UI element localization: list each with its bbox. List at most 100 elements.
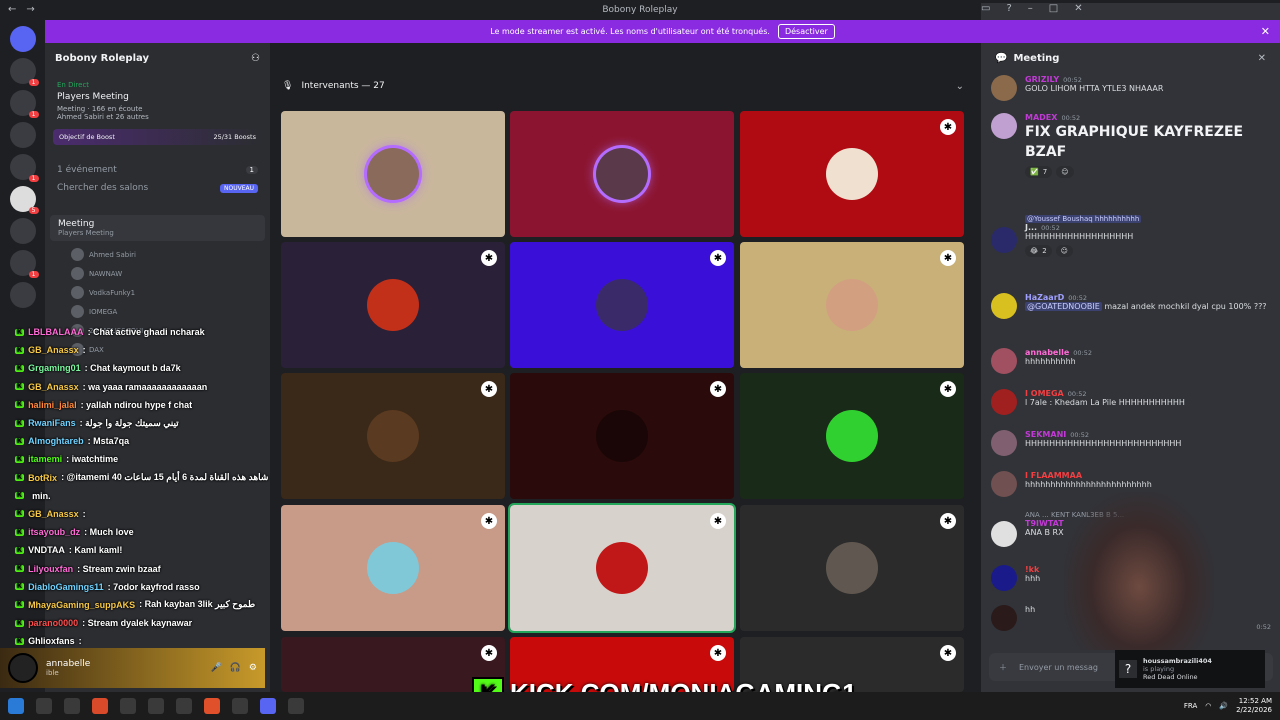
system-tray: FRA ◠ 🔊 12:52 AM 2/22/2026 bbox=[1184, 697, 1272, 715]
voice-user[interactable]: NAWNAW bbox=[45, 264, 270, 283]
mic-icon: 🎙 bbox=[282, 81, 294, 91]
discord-home-icon[interactable] bbox=[9, 26, 36, 52]
avatar bbox=[367, 279, 419, 331]
overlay-chat-line: Kitsayoub_dz: Much love bbox=[15, 523, 285, 541]
banner-text: Le mode streamer est activé. Les noms d'… bbox=[490, 27, 770, 36]
avatar bbox=[991, 227, 1017, 253]
windows-start-icon[interactable] bbox=[8, 698, 24, 714]
speaker-tile[interactable]: ✱ bbox=[740, 505, 964, 631]
chat-message[interactable]: GRIZILY 00:52 GOLO LIHOM HTTA YTLE3 NHAAA… bbox=[991, 75, 1271, 101]
overlay-chat-text: : Rah kayban 3lik طموح كبير bbox=[139, 599, 256, 610]
taskbar-app-icon[interactable] bbox=[120, 698, 136, 714]
close-icon[interactable]: ✕ bbox=[1258, 53, 1266, 64]
brave-icon[interactable] bbox=[204, 698, 220, 714]
taskbar-app-icon[interactable] bbox=[288, 698, 304, 714]
chat-message[interactable]: MADEX 00:52 FIX GRAPHIQUE KAYFREZEE BZAF … bbox=[991, 113, 1271, 178]
chat-message[interactable]: Ι ΟΜΕGA 00:52 l 7ale : Khedam La Pile HHH… bbox=[991, 389, 1271, 415]
avatar bbox=[991, 75, 1017, 101]
avatar[interactable] bbox=[8, 653, 38, 683]
speaker-tile[interactable]: ✱ bbox=[281, 242, 505, 368]
speaker-tile-speaking[interactable]: ✱ bbox=[508, 503, 736, 633]
events-row[interactable]: 1 événement 1 bbox=[45, 161, 270, 179]
add-reaction-icon[interactable]: ☺ bbox=[1055, 245, 1073, 257]
search-channels-row[interactable]: Chercher des salons NOUVEAU bbox=[45, 179, 270, 197]
speakers-count: Intervenants — 27 bbox=[301, 81, 385, 91]
speaker-tile[interactable] bbox=[510, 111, 734, 237]
overlay-chat-line: K RwaniFans: تيني سميتك جولة وا جولة bbox=[15, 414, 285, 432]
disable-streamer-button[interactable]: Désactiver bbox=[777, 24, 835, 39]
taskbar-app-icon[interactable] bbox=[232, 698, 248, 714]
speaker-tile[interactable]: ✱ bbox=[281, 373, 505, 499]
taskbar-app-icon[interactable] bbox=[176, 698, 192, 714]
volume-icon[interactable]: 🔊 bbox=[1219, 702, 1228, 710]
toast-status: is playing bbox=[1143, 665, 1175, 673]
speaker-tile[interactable]: ✱ bbox=[740, 111, 964, 237]
event-people: Ahmed Sabiri et 26 autres bbox=[57, 113, 149, 121]
headphones-icon[interactable]: 🎧 bbox=[230, 663, 241, 673]
kick-badge-icon: K bbox=[15, 528, 25, 536]
plus-icon[interactable]: ＋ bbox=[999, 662, 1007, 673]
overlay-chat-text: : bbox=[82, 345, 86, 356]
taskbar-app-icon[interactable] bbox=[64, 698, 80, 714]
star-icon: ✱ bbox=[481, 513, 497, 529]
overlay-chat-user: DiabloGamings11 bbox=[28, 581, 104, 592]
server-icon[interactable] bbox=[9, 218, 36, 244]
avatar bbox=[991, 605, 1017, 631]
server-icon[interactable] bbox=[9, 122, 36, 148]
avatar bbox=[596, 410, 648, 462]
chat-message[interactable]: SEKMANI 00:52 HHHHHHHHHHHHHHHHHHHHHHHHHH bbox=[991, 430, 1271, 456]
chat-message[interactable]: HaZaarD 00:52 @GOATEDNOOBIE mazal andek m… bbox=[991, 293, 1271, 319]
live-event-card[interactable]: En Direct Players Meeting Meeting · 166 … bbox=[53, 77, 262, 125]
wifi-icon[interactable]: ◠ bbox=[1205, 702, 1211, 710]
voice-user[interactable]: VodkaFunky1 bbox=[45, 283, 270, 302]
overlay-chat-user: LBLBALAAA bbox=[28, 327, 84, 338]
taskbar-app-icon[interactable] bbox=[36, 698, 52, 714]
avatar bbox=[367, 410, 419, 462]
speaker-tile[interactable]: ✱ bbox=[740, 373, 964, 499]
server-icon[interactable] bbox=[9, 282, 36, 308]
taskbar-app-icon[interactable] bbox=[148, 698, 164, 714]
close-icon[interactable]: ✕ bbox=[1261, 25, 1270, 38]
add-reaction-icon[interactable]: ☺ bbox=[1056, 166, 1074, 178]
reaction[interactable]: ✅ 7 bbox=[1025, 166, 1053, 178]
server-icon[interactable]: 1 bbox=[9, 154, 39, 182]
chevron-down-icon[interactable]: ⌄ bbox=[956, 81, 964, 92]
speaker-tile[interactable]: ✱ bbox=[510, 242, 734, 368]
server-icon[interactable]: 1 bbox=[9, 90, 39, 118]
speaker-tile[interactable]: ✱ bbox=[740, 242, 964, 368]
avatar bbox=[991, 430, 1017, 456]
clock[interactable]: 12:52 AM 2/22/2026 bbox=[1236, 697, 1272, 715]
window-titlebar: ← → Bobony Roleplay ▭ ? – □ ✕ bbox=[0, 0, 1280, 652]
voice-channel-meeting[interactable]: Meeting Players Meeting bbox=[50, 215, 265, 241]
overlay-chat-line: K Almoghtareb: Msta7qa bbox=[15, 432, 285, 450]
chrome-icon[interactable] bbox=[92, 698, 108, 714]
reaction[interactable]: 😂 2 bbox=[1025, 245, 1052, 257]
gear-icon[interactable]: ⚙ bbox=[249, 663, 257, 673]
events-count: 1 bbox=[245, 166, 258, 174]
avatar bbox=[991, 565, 1017, 591]
voice-user[interactable]: ΙΟΜΕGA bbox=[45, 302, 270, 321]
speaker-tile[interactable]: ✱ bbox=[281, 505, 505, 631]
back-arrow-icon[interactable]: ← bbox=[8, 4, 16, 15]
forward-arrow-icon[interactable]: → bbox=[26, 4, 34, 15]
kick-badge-icon: K bbox=[15, 510, 25, 518]
server-icon[interactable]: 5 bbox=[9, 186, 39, 214]
voice-user[interactable]: Ahmed Sabiri bbox=[45, 245, 270, 264]
kick-badge-icon: K bbox=[15, 328, 25, 336]
event-title: Players Meeting bbox=[57, 92, 129, 102]
discord-icon[interactable] bbox=[260, 698, 276, 714]
chat-message[interactable]: @Youssef Boushaq hhhhhhhhhh J... 00:52 HH… bbox=[991, 215, 1271, 257]
speaker-tile[interactable] bbox=[281, 111, 505, 237]
server-icon[interactable]: 1 bbox=[9, 250, 39, 278]
overlay-chat-line: Kparano0000: Stream dyalek kaynawar bbox=[15, 614, 285, 632]
live-label: En Direct bbox=[57, 81, 90, 89]
add-member-icon[interactable]: ⚇ bbox=[251, 53, 260, 64]
overlay-chat-user: MhayaGaming_suppAKS bbox=[28, 599, 136, 610]
speaker-tile[interactable]: ✱ bbox=[510, 373, 734, 499]
boost-goal[interactable]: Objectif de Boost 25/31 Boosts bbox=[53, 129, 262, 145]
mute-icon[interactable]: 🎤 bbox=[210, 663, 221, 673]
language-indicator[interactable]: FRA bbox=[1184, 702, 1197, 710]
guild-header[interactable]: Bobony Roleplay ⚇ bbox=[45, 43, 270, 73]
chat-message[interactable]: annabelle 00:52 hhhhhhhhhh bbox=[991, 348, 1271, 374]
server-icon[interactable]: 1 bbox=[9, 58, 39, 86]
